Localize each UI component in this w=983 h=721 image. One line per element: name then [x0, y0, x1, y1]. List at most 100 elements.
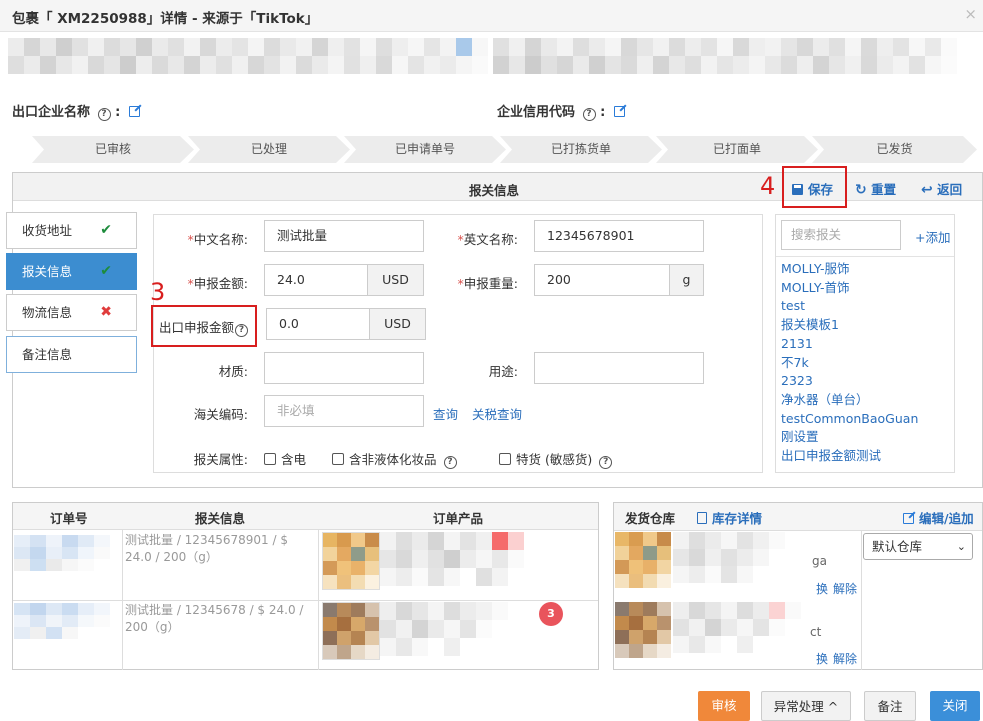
order-table-header [13, 503, 598, 530]
table-row-declaration: 测试批量 / 12345678901 / $ 24.0 / 200（g） [125, 533, 288, 564]
attr-cosmetic-checkbox[interactable]: 含非液体化妆品? [332, 449, 457, 469]
product-count-badge: 3 [539, 602, 563, 626]
back-arrow-icon: ↩ [921, 182, 933, 198]
audit-button[interactable]: 审核 [698, 691, 750, 721]
usage-input[interactable] [534, 352, 704, 384]
blurred-order-no [14, 535, 110, 571]
add-template-link[interactable]: +添加 [915, 227, 950, 246]
export-amount-unit: USD [370, 308, 426, 340]
blurred-info-left [8, 38, 488, 74]
tab-logistics-info[interactable]: 物流信息 ✖ [6, 294, 137, 331]
annotation-3: 3 [150, 278, 166, 306]
help-icon[interactable]: ? [443, 456, 457, 469]
order-table [12, 502, 599, 670]
help-icon[interactable]: ? [97, 108, 111, 121]
edit-icon[interactable] [128, 106, 140, 117]
warehouse-select[interactable]: 默认仓库 ⌄ [863, 533, 973, 560]
warehouse-partial-text: ga [812, 554, 827, 568]
help-icon[interactable]: ? [582, 108, 596, 121]
blurred-order-no [14, 603, 110, 639]
unbind-link[interactable]: 解除 [833, 650, 857, 667]
export-company-name-label: 出口企业名称 [12, 105, 91, 120]
tab-declaration-info[interactable]: 报关信息 ✔ [6, 253, 137, 290]
warehouse-product-image [615, 602, 671, 658]
template-item[interactable]: 刚设置 [781, 428, 953, 447]
cn-name-input[interactable]: 测试批量 [264, 220, 424, 252]
save-button[interactable]: 保存 [792, 179, 833, 198]
material-label: 材质: [218, 364, 248, 379]
step-tracking-applied: 已申请单号 [344, 136, 506, 163]
query-link[interactable]: 查询 [433, 404, 458, 423]
template-item[interactable]: MOLLY-服饰 [781, 260, 953, 279]
swap-link[interactable]: 换 [816, 580, 828, 597]
step-picklist-printed: 已打拣货单 [500, 136, 662, 163]
credit-code-label: 企业信用代码 [497, 105, 576, 120]
refresh-icon: ↻ [855, 182, 867, 198]
tab-remark-info[interactable]: 备注信息 [6, 336, 137, 373]
stock-detail-link[interactable]: 库存详情 [697, 508, 762, 527]
material-input[interactable] [264, 352, 424, 384]
usage-label: 用途: [488, 364, 518, 379]
tariff-query-link[interactable]: 关税查询 [472, 404, 522, 423]
template-item[interactable]: test [781, 297, 953, 316]
amount-unit: USD [368, 264, 424, 296]
check-icon: ✔ [100, 222, 112, 238]
close-button[interactable]: 关闭 [930, 691, 980, 721]
edit-icon [903, 513, 914, 524]
declaration-title: 报关信息 [469, 183, 520, 198]
template-item[interactable]: 出口申报金额测试 [781, 447, 953, 466]
col-order-no: 订单号 [50, 511, 88, 526]
help-icon[interactable]: ? [599, 456, 613, 469]
template-item[interactable]: 2323 [781, 372, 953, 391]
template-search-input[interactable]: 搜索报关 [781, 220, 901, 250]
template-divider [776, 256, 954, 257]
blurred-info-right [493, 38, 781, 74]
hs-code-label: 海关编码: [193, 407, 248, 422]
window-title: 包裹「 XM2250988」详情 - 来源于「TikTok」 [12, 11, 319, 27]
en-name-input[interactable]: 12345678901 [534, 220, 704, 252]
warehouse-partial-text: ct [810, 625, 822, 639]
edit-icon[interactable] [613, 106, 625, 117]
swap-link[interactable]: 换 [816, 650, 828, 667]
chevron-up-icon: ^ [827, 699, 839, 714]
col-products: 订单产品 [433, 511, 484, 526]
template-item[interactable]: 2131 [781, 335, 953, 354]
attr-sensitive-checkbox[interactable]: 特货 (敏感货)? [499, 449, 613, 469]
template-item[interactable]: 报关模板1 [781, 316, 953, 335]
reset-button[interactable]: ↻ 重置 [855, 179, 896, 198]
chevron-down-icon: ⌄ [956, 540, 966, 553]
credit-code-field: 企业信用代码 ? : [497, 101, 625, 121]
note-button[interactable]: 备注 [864, 691, 916, 721]
blurred-info-far-right [765, 38, 957, 74]
help-icon[interactable]: ? [235, 324, 249, 337]
export-company-name-field: 出口企业名称 ? : [12, 101, 140, 121]
close-icon[interactable]: × [964, 5, 977, 23]
export-amount-label: 出口申报金额? [159, 317, 249, 337]
back-button[interactable]: ↩ 返回 [921, 179, 962, 198]
exception-button[interactable]: 异常处理 ^ [761, 691, 851, 721]
weight-unit: g [670, 264, 704, 296]
amount-input[interactable]: 24.0 [264, 264, 368, 296]
product-image[interactable] [322, 602, 380, 660]
template-item[interactable]: testCommonBaoGuan [781, 410, 953, 429]
template-item[interactable]: 不7k [781, 354, 953, 373]
title-bar: 包裹「 XM2250988」详情 - 来源于「TikTok」 × [0, 0, 983, 32]
edit-append-link[interactable]: 编辑/追加 [903, 508, 974, 527]
col-declaration: 报关信息 [195, 511, 246, 526]
product-image[interactable] [322, 532, 380, 590]
weight-input[interactable]: 200 [534, 264, 670, 296]
unbind-link[interactable]: 解除 [833, 580, 857, 597]
en-name-label: *英文名称: [457, 232, 518, 247]
attr-battery-checkbox[interactable]: 含电 [264, 449, 306, 468]
template-list: MOLLY-服饰 MOLLY-首饰 test 报关模板1 2131 不7k 23… [781, 260, 953, 466]
export-amount-input[interactable]: 0.0 [266, 308, 370, 340]
tab-shipping-address[interactable]: 收货地址 ✔ [6, 212, 137, 249]
step-audited: 已审核 [32, 136, 194, 163]
template-item[interactable]: 净水器（单台） [781, 391, 953, 410]
table-row-declaration: 测试批量 / 12345678 / $ 24.0 / 200（g） [125, 603, 304, 634]
blurred-product-info [380, 532, 524, 586]
blurred-product-info [380, 602, 508, 656]
template-item[interactable]: MOLLY-首饰 [781, 279, 953, 298]
status-steps: 已审核 已处理 已申请单号 已打拣货单 已打面单 已发货 [32, 136, 977, 163]
hs-code-input[interactable]: 非必填 [264, 395, 424, 427]
